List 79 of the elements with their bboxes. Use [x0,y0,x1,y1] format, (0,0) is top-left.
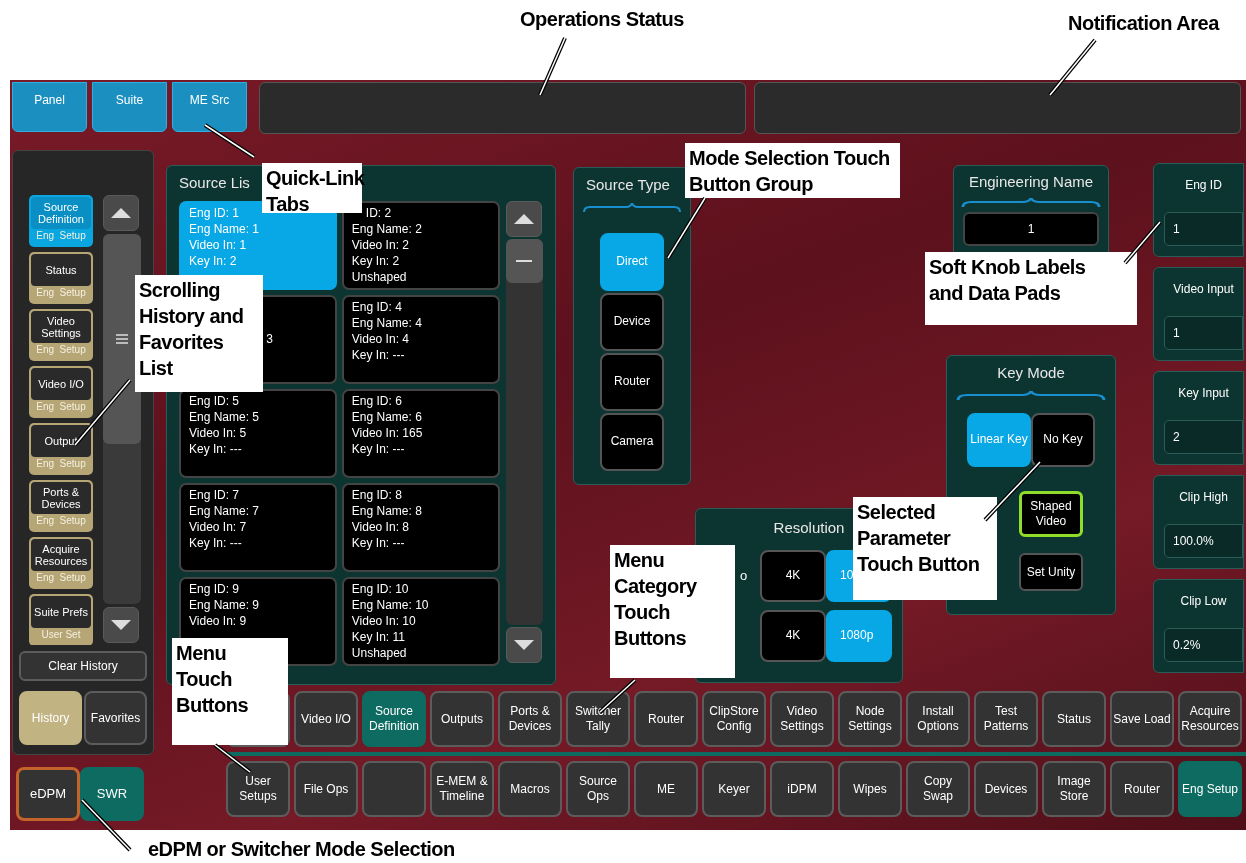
panel-title: Key Mode [997,363,1065,383]
callout-label: Operations Status [520,7,684,32]
card-text: ID: 2 [365,204,392,221]
item-subtitle: Eng Setup [36,571,86,585]
card-text: Key In: 11 [351,628,405,645]
item-subtitle: Eng Setup [36,400,86,414]
item-title: Video Settings [31,311,91,343]
card-text: Unshaped [351,644,407,661]
card-text: Eng Name: 4 [351,314,422,331]
card-text: Eng Name: 5 [189,408,260,425]
card-text: Eng ID: 9 [189,580,240,597]
panel-title: Source Type [586,175,670,195]
card-text: Key In: --- [189,440,242,457]
card-text: Key In: --- [189,534,242,551]
item-title: Source Definition [31,197,91,229]
card-text: Video In: 10 [351,612,416,629]
knob-label: Clip Low [1180,593,1227,610]
card-text: Video In: 2 [351,236,409,253]
knob-value: 2 [1164,420,1243,454]
panel-title: Resolution [773,518,845,538]
card-text: Eng Name: 7 [189,502,260,519]
card-text: Eng ID: 8 [351,486,402,503]
row-label: o [740,566,749,585]
card-text: Video In: 9 [189,612,247,629]
item-subtitle: Eng Setup [36,343,86,357]
knob-label: Eng ID [1185,177,1222,194]
card-text: Key In: --- [351,346,405,363]
knob-label: Video Input [1173,281,1234,298]
callout-label: eDPM or Switcher Mode Selection [148,837,455,862]
item-subtitle: Eng Setup [36,514,86,528]
knob-value: 1 [1164,212,1243,246]
knob-value: 0.2% [1164,628,1243,662]
item-subtitle: Eng Setup [36,286,86,300]
item-subtitle: Eng Setup [36,229,86,243]
knob-value: 1 [1164,316,1243,350]
callout-tooltip: Menu Category Touch Buttons [610,545,735,678]
item-subtitle: Eng Setup [36,457,86,471]
card-text: Eng Name: 1 [189,220,260,237]
knob-label: Key Input [1178,385,1229,402]
card-text: Unshaped [351,268,407,285]
callout-tooltip: Soft Knob Labels and Data Pads [925,252,1137,325]
card-text: Eng ID: 7 [189,486,240,503]
card-text: Video In: 7 [189,518,247,535]
card-text: Video In: 1 [189,236,247,253]
callout-tooltip: Menu Touch Buttons [172,638,288,745]
card-text: Eng Name: 8 [351,502,422,519]
card-text: Eng ID: 5 [189,392,240,409]
item-title: Status [31,254,91,286]
callout-tooltip: Mode Selection Touch Button Group [685,143,900,198]
panel-title: Engineering Name [968,172,1094,192]
card-text: Video In: 5 [189,424,247,441]
card-text: Video In: 8 [351,518,409,535]
item-title: Suite Prefs [31,596,91,628]
card-text: Video In: 165 [351,424,423,441]
card-text: Eng Name: 2 [351,220,422,237]
knob-label: Clip High [1179,489,1228,506]
card-text: Eng Name: 10 [351,596,429,613]
panel-title: Source Lis [179,173,250,193]
card-text: Key In: --- [351,440,405,457]
card-text: Eng ID: 1 [189,204,240,221]
item-subtitle: User Set [41,628,81,642]
card-text: Key In: 2 [351,252,400,269]
callout-tooltip: Scrolling History and Favorites List [135,275,263,392]
card-text: Eng ID: 4 [351,298,402,315]
card-text: Eng ID: 10 [351,580,409,597]
item-title: Output [31,425,91,457]
item-title: Ports & Devices [31,482,91,514]
card-text: Key In: --- [351,534,405,551]
card-text: Eng ID: 6 [351,392,402,409]
card-text: Eng Name: 9 [189,596,260,613]
card-text: 3 [266,330,273,347]
knob-value: 100.0% [1164,524,1243,558]
item-title: Video I/O [31,368,91,400]
card-text: Eng Name: 6 [351,408,422,425]
callout-label: Notification Area [1068,11,1219,36]
item-title: Acquire Resources [31,539,91,571]
callout-tooltip: Selected Parameter Touch Button [853,497,997,600]
card-text: Video In: 4 [351,330,409,347]
card-text: Key In: 2 [189,252,237,269]
